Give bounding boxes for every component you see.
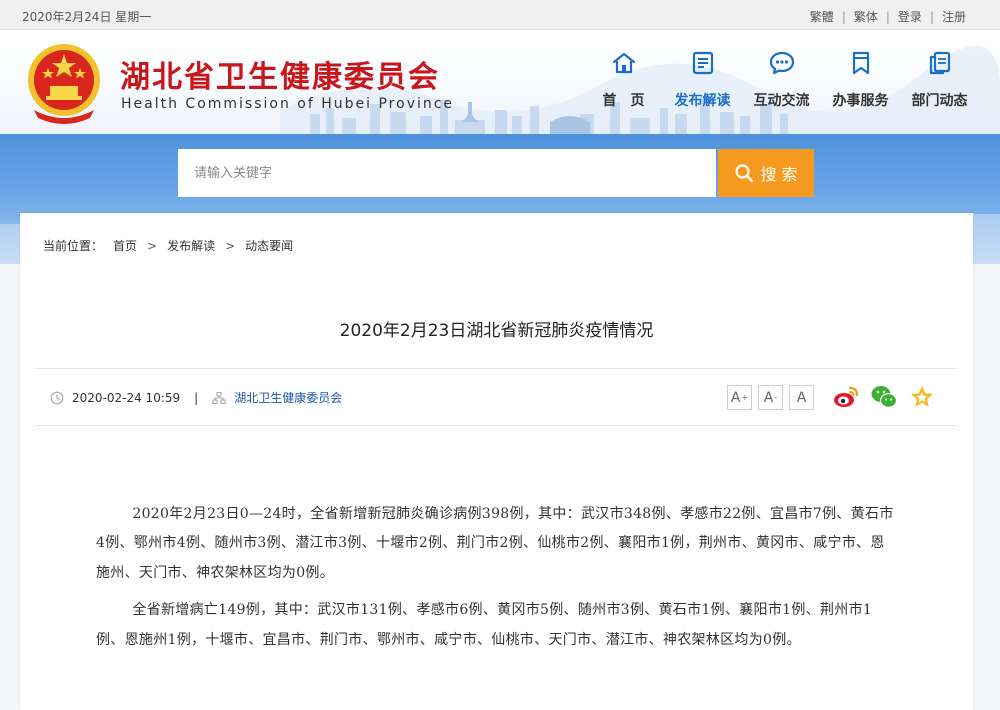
organization-icon	[212, 391, 226, 404]
article-source[interactable]: 湖北卫生健康委员会	[234, 389, 342, 406]
login-link[interactable]: 登录	[898, 8, 922, 25]
search-button-label: 搜 索	[760, 165, 798, 184]
site-header: 湖北省卫生健康委员会 Health Commission of Hubei Pr…	[0, 30, 1000, 134]
nav-item-services[interactable]: 办事服务	[821, 50, 900, 110]
search-button[interactable]: 搜 索	[718, 149, 814, 197]
nav-label: 办事服务	[832, 93, 889, 109]
breadcrumb-prefix: 当前位置：	[43, 239, 104, 253]
nav-label: 互动交流	[753, 93, 810, 109]
font-minus-mark: -	[774, 393, 778, 402]
article-panel: 当前位置： 首页 > 发布解读 > 动态要闻 2020年2月23日湖北省新冠肺炎…	[20, 213, 973, 710]
article-meta: 2020-02-24 10:59 | 湖北卫生健康委员会	[50, 389, 342, 406]
search-input[interactable]	[178, 149, 716, 197]
bookmark-icon	[852, 51, 869, 75]
breadcrumb-home[interactable]: 首页	[113, 237, 137, 254]
breadcrumb-news[interactable]: 动态要闻	[245, 237, 293, 254]
font-plus-mark: +	[741, 393, 749, 402]
font-button-letter: A	[730, 389, 741, 406]
font-increase-button[interactable]: A +	[727, 385, 752, 410]
nav-label: 部门动态	[911, 93, 968, 109]
register-link[interactable]: 注册	[942, 8, 966, 25]
nav-item-releases[interactable]: 发布解读	[663, 50, 742, 110]
font-button-letter: A	[763, 389, 774, 406]
meta-separator: |	[194, 390, 199, 405]
article-paragraph: 2020年2月23日0—24时，全省新增新冠肺炎确诊病例398例，其中：武汉市3…	[96, 506, 894, 581]
top-link-separator: |	[841, 9, 846, 24]
top-link-separator: |	[885, 9, 890, 24]
nav-item-home[interactable]: 首 页	[584, 50, 663, 110]
chat-bubble-icon	[769, 51, 794, 75]
current-date: 2020年2月24日 星期一	[22, 10, 152, 24]
national-emblem-icon	[28, 44, 100, 124]
weibo-icon[interactable]	[832, 383, 860, 411]
top-bar: 2020年2月24日 星期一 繁體 | 繁体 | 登录 | 注册	[0, 0, 1000, 30]
site-title[interactable]: 湖北省卫生健康委员会	[120, 52, 440, 96]
breadcrumb-separator: >	[147, 238, 158, 253]
font-default-button[interactable]: A	[789, 385, 814, 410]
article-paragraph: 全省新增病亡149例，其中：武汉市131例、孝感市6例、黄冈市5例、随州市3例、…	[96, 602, 873, 648]
nav-label: 首 页	[602, 93, 645, 109]
share-buttons	[832, 383, 946, 411]
top-link-separator: |	[929, 9, 934, 24]
article-title: 2020年2月23日湖北省新冠肺炎疫情情况	[339, 321, 654, 341]
top-links: 繁體 | 繁体 | 登录 | 注册	[810, 8, 966, 25]
breadcrumb: 当前位置： 首页 > 发布解读 > 动态要闻	[43, 237, 293, 254]
copy-icon	[929, 51, 950, 75]
breadcrumb-releases[interactable]: 发布解读	[167, 237, 215, 254]
main-nav: 首 页 发布解读 互动交流 办事服务 部门动态	[584, 50, 979, 110]
nav-item-departments[interactable]: 部门动态	[900, 50, 979, 110]
divider	[35, 368, 957, 369]
home-icon	[612, 52, 635, 74]
wechat-icon[interactable]	[870, 383, 898, 411]
article-body: 2020年2月23日0—24时，全省新增新冠肺炎确诊病例398例，其中：武汉市3…	[96, 500, 896, 663]
traditional-chinese-link[interactable]: 繁體	[810, 8, 834, 25]
breadcrumb-separator: >	[225, 238, 236, 253]
font-decrease-button[interactable]: A-	[758, 385, 783, 410]
document-icon	[692, 51, 713, 75]
nav-item-interaction[interactable]: 互动交流	[742, 50, 821, 110]
clock-icon	[50, 391, 64, 404]
site-subtitle: Health Commission of Hubei Province	[121, 96, 455, 112]
font-button-letter: A	[796, 389, 807, 406]
favorite-star-icon[interactable]	[908, 383, 936, 411]
search-icon	[735, 164, 754, 183]
font-size-controls: A + A- A	[727, 385, 820, 410]
divider	[35, 425, 957, 426]
simplified-chinese-link[interactable]: 繁体	[854, 8, 878, 25]
publish-datetime: 2020-02-24 10:59	[72, 390, 181, 405]
nav-label: 发布解读	[674, 93, 731, 109]
